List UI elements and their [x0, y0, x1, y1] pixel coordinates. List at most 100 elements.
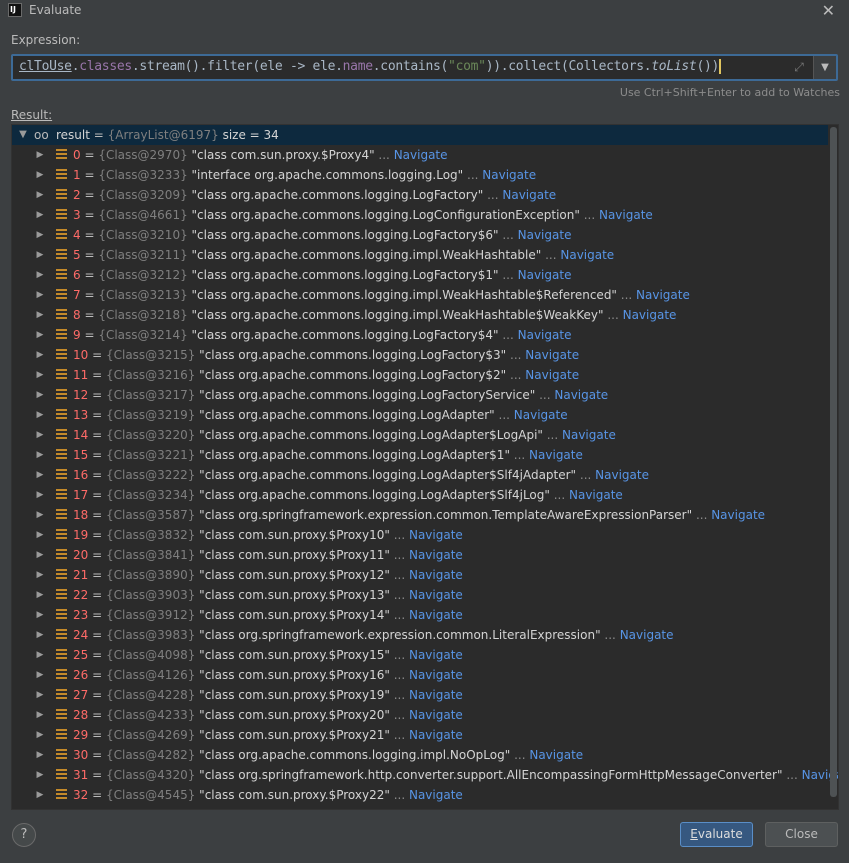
expand-arrow-icon[interactable]: ▶ [34, 645, 46, 665]
table-row[interactable]: ▶ 3 = {Class@4661} "class org.apache.comm… [12, 205, 828, 225]
navigate-link[interactable]: Navigate [525, 368, 579, 382]
expand-arrow-icon[interactable]: ▶ [34, 285, 46, 305]
table-row[interactable]: ▶ 14 = {Class@3220} "class org.apache.com… [12, 425, 828, 445]
navigate-link[interactable]: Navigate [502, 188, 556, 202]
expand-arrow-icon[interactable]: ▶ [34, 605, 46, 625]
table-row[interactable]: ▶ 8 = {Class@3218} "class org.apache.comm… [12, 305, 828, 325]
table-row[interactable]: ▶ 24 = {Class@3983} "class org.springfram… [12, 625, 828, 645]
navigate-link[interactable]: Navigate [409, 788, 463, 802]
expand-arrow-icon[interactable]: ▶ [34, 785, 46, 805]
expand-arrow-icon[interactable]: ▶ [34, 745, 46, 765]
table-row[interactable]: ▶ 6 = {Class@3212} "class org.apache.comm… [12, 265, 828, 285]
expression-code[interactable]: clToUse.classes.stream().filter(ele -> e… [19, 59, 722, 74]
table-row[interactable]: ▶ 27 = {Class@4228} "class com.sun.proxy.… [12, 685, 828, 705]
navigate-link[interactable]: Navigate [554, 388, 608, 402]
expand-arrow-icon[interactable]: ▶ [34, 205, 46, 225]
table-row[interactable]: ▶ 15 = {Class@3221} "class org.apache.com… [12, 445, 828, 465]
table-row[interactable]: ▶ 0 = {Class@2970} "class com.sun.proxy.$… [12, 145, 828, 165]
table-row[interactable]: ▶ 23 = {Class@3912} "class com.sun.proxy.… [12, 605, 828, 625]
collapse-arrow-icon[interactable]: ▼ [17, 125, 29, 145]
table-row[interactable]: ▶ 5 = {Class@3211} "class org.apache.comm… [12, 245, 828, 265]
expand-arrow-icon[interactable]: ▶ [34, 465, 46, 485]
navigate-link[interactable]: Navigate [409, 648, 463, 662]
expand-arrow-icon[interactable]: ▶ [34, 445, 46, 465]
navigate-link[interactable]: Navigate [409, 608, 463, 622]
expand-arrow-icon[interactable]: ▶ [34, 245, 46, 265]
table-row[interactable]: ▶ 10 = {Class@3215} "class org.apache.com… [12, 345, 828, 365]
expand-arrow-icon[interactable]: ▶ [34, 365, 46, 385]
table-row[interactable]: ▶ 9 = {Class@3214} "class org.apache.comm… [12, 325, 828, 345]
expand-arrow-icon[interactable]: ▶ [34, 265, 46, 285]
navigate-link[interactable]: Navigate [482, 168, 536, 182]
expand-arrow-icon[interactable]: ▶ [34, 765, 46, 785]
navigate-link[interactable]: Navigate [599, 208, 653, 222]
navigate-link[interactable]: Navigate [409, 528, 463, 542]
navigate-link[interactable]: Navigate [409, 708, 463, 722]
expand-arrow-icon[interactable]: ▶ [34, 525, 46, 545]
expand-arrow-icon[interactable]: ▶ [34, 225, 46, 245]
tree-row-root[interactable]: ▼ oo result = {ArrayList@6197} size = 34 [12, 125, 828, 145]
navigate-link[interactable]: Navigate [525, 348, 579, 362]
table-row[interactable]: ▶ 22 = {Class@3903} "class com.sun.proxy.… [12, 585, 828, 605]
close-icon[interactable]: ✕ [822, 1, 835, 20]
table-row[interactable]: ▶ 30 = {Class@4282} "class org.apache.com… [12, 745, 828, 765]
expand-arrow-icon[interactable]: ▶ [34, 665, 46, 685]
navigate-link[interactable]: Navigate [636, 288, 690, 302]
expand-arrow-icon[interactable]: ▶ [34, 145, 46, 165]
navigate-link[interactable]: Navigate [562, 428, 616, 442]
table-row[interactable]: ▶ 1 = {Class@3233} "interface org.apache.… [12, 165, 828, 185]
navigate-link[interactable]: Navigate [409, 588, 463, 602]
table-row[interactable]: ▶ 25 = {Class@4098} "class com.sun.proxy.… [12, 645, 828, 665]
evaluate-button[interactable]: Evaluate [680, 822, 753, 847]
navigate-link[interactable]: Navigate [518, 328, 572, 342]
navigate-link[interactable]: Navigate [409, 688, 463, 702]
navigate-link[interactable]: Navigate [518, 268, 572, 282]
navigate-link[interactable]: Navigate [569, 488, 623, 502]
table-row[interactable]: ▶ 20 = {Class@3841} "class com.sun.proxy.… [12, 545, 828, 565]
result-tree[interactable]: ▼ oo result = {ArrayList@6197} size = 34 ▶ 0… [11, 124, 839, 810]
expand-arrow-icon[interactable]: ▶ [34, 565, 46, 585]
table-row[interactable]: ▶ 21 = {Class@3890} "class com.sun.proxy.… [12, 565, 828, 585]
navigate-link[interactable]: Navigate [529, 448, 583, 462]
navigate-link[interactable]: Navigate [409, 728, 463, 742]
table-row[interactable]: ▶ 17 = {Class@3234} "class org.apache.com… [12, 485, 828, 505]
tree-scrollbar[interactable] [830, 127, 837, 797]
navigate-link[interactable]: Navigate [409, 568, 463, 582]
expand-arrow-icon[interactable]: ▶ [34, 385, 46, 405]
navigate-link[interactable]: Navigate [623, 308, 677, 322]
expand-arrow-icon[interactable]: ▶ [34, 305, 46, 325]
close-button[interactable]: Close [765, 822, 838, 847]
expand-arrow-icon[interactable]: ▶ [34, 545, 46, 565]
table-row[interactable]: ▶ 26 = {Class@4126} "class com.sun.proxy.… [12, 665, 828, 685]
help-button[interactable]: ? [12, 823, 36, 847]
table-row[interactable]: ▶ 31 = {Class@4320} "class org.springfram… [12, 765, 838, 785]
navigate-link[interactable]: Navigate [514, 408, 568, 422]
expand-arrow-icon[interactable]: ▶ [34, 345, 46, 365]
expand-arrow-icon[interactable]: ▶ [34, 485, 46, 505]
expand-arrow-icon[interactable]: ▶ [34, 625, 46, 645]
expand-arrow-icon[interactable]: ▶ [34, 325, 46, 345]
expand-arrow-icon[interactable]: ▶ [34, 505, 46, 525]
table-row[interactable]: ▶ 13 = {Class@3219} "class org.apache.com… [12, 405, 828, 425]
navigate-link[interactable]: Navigate [409, 668, 463, 682]
table-row[interactable]: ▶ 28 = {Class@4233} "class com.sun.proxy.… [12, 705, 828, 725]
expand-icon[interactable]: ⤢ [791, 59, 807, 75]
table-row[interactable]: ▶ 12 = {Class@3217} "class org.apache.com… [12, 385, 828, 405]
expand-arrow-icon[interactable]: ▶ [34, 185, 46, 205]
expand-arrow-icon[interactable]: ▶ [34, 585, 46, 605]
table-row[interactable]: ▶ 4 = {Class@3210} "class org.apache.comm… [12, 225, 828, 245]
navigate-link[interactable]: Navigate [409, 548, 463, 562]
navigate-link[interactable]: Navigate [711, 508, 765, 522]
navigate-link[interactable]: Navigate [529, 748, 583, 762]
expand-arrow-icon[interactable]: ▶ [34, 685, 46, 705]
table-row[interactable]: ▶ 29 = {Class@4269} "class com.sun.proxy.… [12, 725, 828, 745]
table-row[interactable]: ▶ 19 = {Class@3832} "class com.sun.proxy.… [12, 525, 828, 545]
navigate-link[interactable]: Navigate [394, 148, 448, 162]
table-row[interactable]: ▶ 18 = {Class@3587} "class org.springfram… [12, 505, 828, 525]
navigate-link[interactable]: Navigate [560, 248, 614, 262]
table-row[interactable]: ▶ 7 = {Class@3213} "class org.apache.comm… [12, 285, 828, 305]
table-row[interactable]: ▶ 16 = {Class@3222} "class org.apache.com… [12, 465, 828, 485]
navigate-link[interactable]: Navigate [595, 468, 649, 482]
expression-history-dropdown[interactable]: ▼ [813, 56, 836, 79]
table-row[interactable]: ▶ 11 = {Class@3216} "class org.apache.com… [12, 365, 828, 385]
